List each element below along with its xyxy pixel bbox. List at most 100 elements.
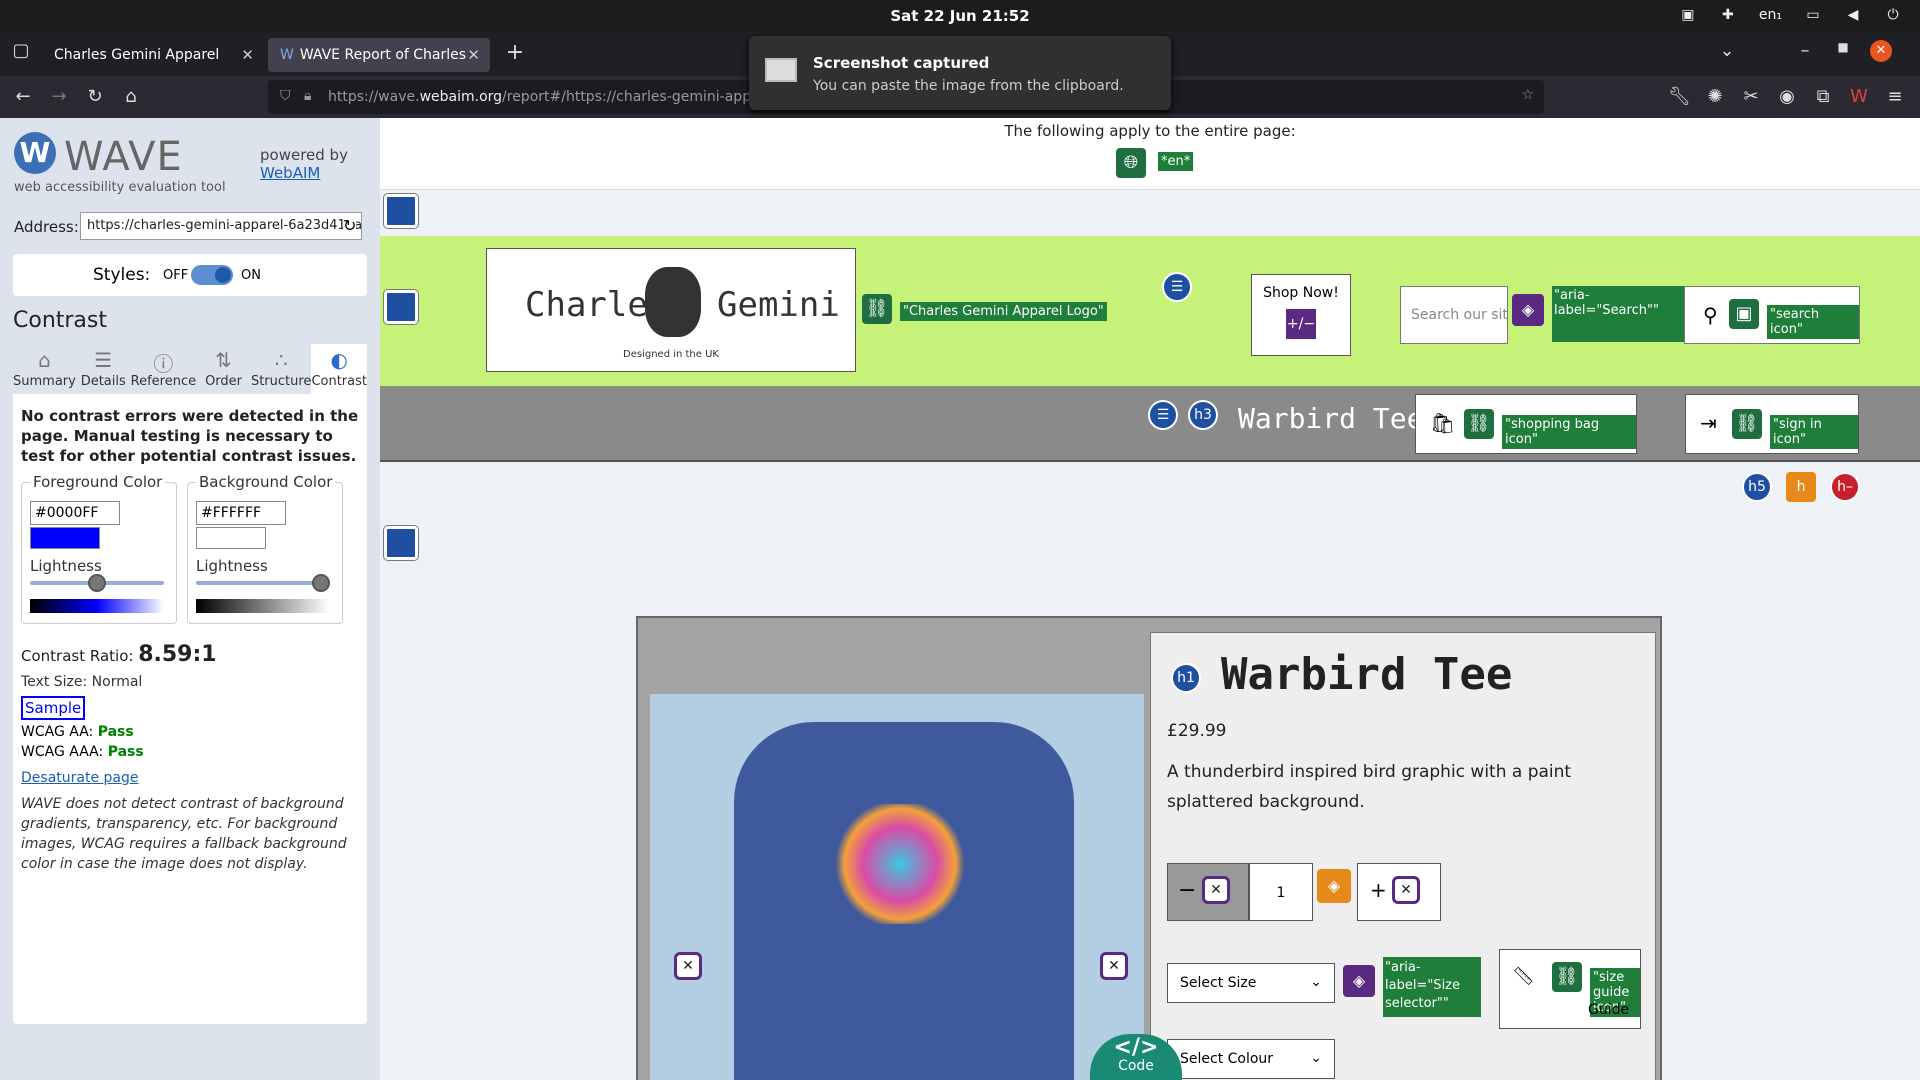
region-icon[interactable] [384, 194, 418, 228]
slider-thumb[interactable] [88, 574, 106, 592]
screenshot-icon[interactable]: ✂ [1740, 86, 1762, 107]
fg-hex-input[interactable]: #0000FF [30, 501, 120, 525]
os-tray: ▣ ✚ en₁ ▭ ◀ ⏻ [1679, 6, 1902, 24]
site-logo[interactable]: Charles Gemini Designed in the UK [486, 248, 856, 372]
sign-in-button[interactable]: ⇥ ⛓ "sign in icon" [1685, 394, 1859, 454]
tab-overview-icon[interactable]: ▢ [10, 40, 32, 61]
linked-image-icon[interactable]: ⛓ [862, 294, 892, 324]
styles-toggle[interactable] [191, 265, 233, 285]
extension-badge-icon[interactable]: ◉ [1776, 86, 1798, 107]
powered-by-text: powered by [260, 146, 348, 164]
wave-logo-icon: W [14, 132, 56, 174]
styles-toggle-box: Styles: OFF ON [13, 254, 367, 296]
wcag-aaa: WCAG AAA: Pass [21, 744, 144, 760]
bookmark-star-icon[interactable]: ☆ [1521, 87, 1534, 103]
empty-button-error-icon[interactable]: ✕ [1202, 876, 1230, 904]
menu-icon[interactable]: ≡ [1884, 86, 1906, 107]
battery-icon[interactable]: ▭ [1804, 6, 1822, 24]
bg-swatch[interactable] [196, 527, 266, 549]
desaturate-link[interactable]: Desaturate page [21, 770, 138, 786]
prev-image-error-icon[interactable]: ✕ [674, 952, 702, 980]
language-globe-icon[interactable]: 🌐︎ [1116, 148, 1146, 178]
heading-h5-icon[interactable]: h5 [1742, 472, 1772, 502]
fg-lightness-label: Lightness [30, 557, 102, 575]
display-icon[interactable]: ▣ [1679, 6, 1697, 24]
thunderbird-graphic [830, 804, 970, 924]
header-region-icon[interactable] [384, 290, 418, 324]
close-icon[interactable]: ✕ [241, 46, 254, 64]
toast-body: You can paste the image from the clipboa… [813, 78, 1124, 94]
close-window-icon[interactable]: ✕ [1870, 40, 1892, 62]
tab-summary[interactable]: ⌂ Summary [13, 344, 76, 394]
forward-arrow-icon[interactable]: → [48, 86, 70, 107]
power-icon[interactable]: ⏻ [1884, 6, 1902, 24]
aria-label-tag-icon[interactable]: ◈ [1343, 965, 1375, 997]
quantity-input[interactable]: 1 [1249, 863, 1313, 921]
lock-icon[interactable]: 🔒︎ [304, 88, 311, 104]
size-select[interactable]: Select Size ⌄ [1167, 963, 1335, 1003]
new-tab-icon[interactable]: + [504, 40, 526, 65]
tab-wave-report[interactable]: W WAVE Report of Charles Gem ✕ [268, 38, 490, 72]
back-arrow-icon[interactable]: ← [12, 86, 34, 107]
bag-alt-tag: "shopping bag icon" [1502, 415, 1636, 449]
shop-now-button[interactable]: Shop Now! +/− [1251, 274, 1351, 356]
keyboard-language[interactable]: en₁ [1759, 7, 1782, 23]
shopping-bag-button[interactable]: 🛍︎ ⛓ "shopping bag icon" [1415, 394, 1637, 454]
address-input[interactable]: https://charles-gemini-apparel-6a23d410a… [80, 212, 362, 240]
wave-extension-icon[interactable]: W [1848, 86, 1870, 107]
qty-plus-button[interactable]: + ✕ [1357, 863, 1441, 921]
size-guide-button[interactable]: 📏︎ ⛓ "size guide icon" Guide [1499, 949, 1641, 1029]
fg-lightness-slider[interactable] [30, 574, 164, 592]
refresh-icon[interactable]: ↻ [343, 216, 357, 235]
heading-h3-icon[interactable]: h3 [1188, 400, 1218, 430]
tab-details[interactable]: ☰ Details [76, 344, 131, 394]
home-icon[interactable]: ⌂ [120, 86, 142, 107]
search-button[interactable]: ⚲ ▣ "search icon" [1684, 286, 1860, 344]
code-toggle-button[interactable]: </> Code [1090, 1034, 1182, 1080]
close-icon[interactable]: ✕ [467, 46, 480, 64]
slider-thumb[interactable] [312, 574, 330, 592]
os-clock[interactable]: Sat 22 Jun 21:52 [0, 7, 1920, 25]
aria-label-tag-icon[interactable]: ◈ [1512, 294, 1544, 326]
heading-h1-icon[interactable]: h1 [1171, 663, 1201, 693]
tab-reference[interactable]: ⓘ Reference [131, 344, 196, 394]
screenshot-toast[interactable]: Screenshot captured You can paste the im… [749, 36, 1171, 110]
shield-icon[interactable]: ⛉ [280, 88, 291, 104]
search-input[interactable]: Search our sit [1400, 286, 1508, 344]
missing-label-alert-icon[interactable]: ◈ [1317, 869, 1351, 903]
aa-label: WCAG AA: [21, 724, 98, 740]
empty-button-error-icon[interactable]: ✕ [1392, 876, 1420, 904]
bug-icon[interactable]: ✺ [1704, 86, 1726, 107]
colour-select[interactable]: Select Colour ⌄ [1167, 1039, 1335, 1079]
bg-title: Background Color [196, 473, 336, 491]
list-icon[interactable]: ☰ [1162, 272, 1192, 302]
tab-order[interactable]: ⇅ Order [196, 344, 251, 394]
maximize-icon[interactable]: ■ [1832, 40, 1854, 54]
minimize-icon[interactable]: – [1794, 40, 1816, 61]
search-icon-alt-tag: "search icon" [1767, 305, 1859, 339]
chevron-down-icon[interactable]: ⌄ [1716, 40, 1738, 61]
fg-swatch[interactable] [30, 527, 100, 549]
nav-list-icon[interactable]: ☰ [1148, 400, 1178, 430]
next-image-error-icon[interactable]: ✕ [1100, 952, 1128, 980]
puzzle-icon[interactable]: ⧉ [1812, 86, 1834, 107]
skipped-heading-alert-icon[interactable]: h [1786, 472, 1816, 502]
address-label: Address: [14, 218, 79, 236]
webaim-link[interactable]: WebAIM [260, 164, 348, 182]
bg-lightness-slider[interactable] [196, 574, 330, 592]
reload-icon[interactable]: ↻ [84, 86, 106, 107]
wrench-icon[interactable]: 🔧︎ [1668, 86, 1691, 107]
qty-minus-button[interactable]: − ✕ [1167, 863, 1249, 921]
tab-structure[interactable]: ∴ Structure [251, 344, 311, 394]
code-icon: </> [1113, 1035, 1159, 1060]
extension-icon[interactable]: ✚ [1719, 6, 1737, 24]
bg-lightness-label: Lightness [196, 557, 268, 575]
bg-hex-input[interactable]: #FFFFFF [196, 501, 286, 525]
tab-charles-gemini[interactable]: Charles Gemini Apparel ✕ [42, 38, 264, 72]
tab-contrast[interactable]: ◐ Contrast [311, 344, 367, 394]
empty-heading-error-icon[interactable]: h– [1830, 472, 1860, 502]
wave-subtitle: web accessibility evaluation tool [14, 180, 226, 195]
main-region-icon[interactable] [384, 526, 418, 560]
signin-alt-tag: "sign in icon" [1770, 415, 1858, 449]
volume-icon[interactable]: ◀ [1844, 6, 1862, 24]
